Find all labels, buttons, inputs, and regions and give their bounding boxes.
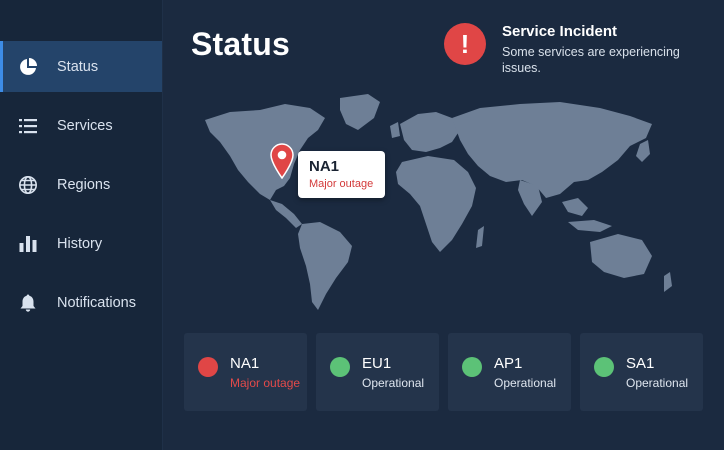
world-map[interactable] bbox=[190, 90, 690, 315]
sidebar-item-services[interactable]: Services bbox=[0, 100, 162, 151]
pie-chart-icon bbox=[18, 57, 38, 77]
status-dot bbox=[594, 357, 614, 377]
sidebar: Status Services Regions History Notifica… bbox=[0, 0, 163, 450]
sidebar-item-regions[interactable]: Regions bbox=[0, 159, 162, 210]
region-status: Major outage bbox=[230, 376, 301, 390]
region-cards: NA1 Major outage EU1 Operational AP1 Ope… bbox=[184, 333, 706, 411]
region-name: AP1 bbox=[494, 355, 523, 372]
sidebar-item-history[interactable]: History bbox=[0, 218, 162, 269]
sidebar-item-label: Regions bbox=[57, 176, 111, 193]
region-name: EU1 bbox=[362, 355, 392, 372]
incident-banner: ! Service Incident Some services are exp… bbox=[444, 23, 714, 75]
bar-chart-icon bbox=[18, 234, 38, 254]
sidebar-item-label: Notifications bbox=[57, 294, 136, 311]
map-callout: NA1 Major outage bbox=[298, 151, 385, 198]
incident-message: Some services are experiencing issues. bbox=[502, 45, 680, 75]
incident-title: Service Incident bbox=[502, 23, 618, 40]
page-title: Status bbox=[191, 26, 290, 62]
status-dot bbox=[198, 357, 218, 377]
bell-icon bbox=[18, 293, 38, 313]
sidebar-item-notifications[interactable]: Notifications bbox=[0, 277, 162, 328]
region-card-na1[interactable]: NA1 Major outage bbox=[184, 333, 307, 411]
list-icon bbox=[18, 116, 38, 136]
callout-region: NA1 bbox=[309, 158, 340, 175]
region-name: NA1 bbox=[230, 355, 260, 372]
sidebar-item-status[interactable]: Status bbox=[0, 41, 162, 92]
region-status: Operational bbox=[362, 376, 425, 390]
status-dot bbox=[330, 357, 350, 377]
region-card-sa1[interactable]: SA1 Operational bbox=[580, 333, 703, 411]
globe-icon bbox=[18, 175, 38, 195]
sidebar-item-label: History bbox=[57, 235, 103, 252]
sidebar-item-label: Status bbox=[57, 58, 99, 75]
callout-status: Major outage bbox=[309, 178, 374, 190]
sidebar-item-label: Services bbox=[57, 117, 113, 134]
region-status: Operational bbox=[494, 376, 557, 390]
region-name: SA1 bbox=[626, 355, 655, 372]
status-dot bbox=[462, 357, 482, 377]
region-card-ap1[interactable]: AP1 Operational bbox=[448, 333, 571, 411]
region-status: Operational bbox=[626, 376, 689, 390]
alert-icon: ! bbox=[444, 23, 486, 65]
region-card-eu1[interactable]: EU1 Operational bbox=[316, 333, 439, 411]
map-pin-icon[interactable] bbox=[270, 143, 294, 180]
